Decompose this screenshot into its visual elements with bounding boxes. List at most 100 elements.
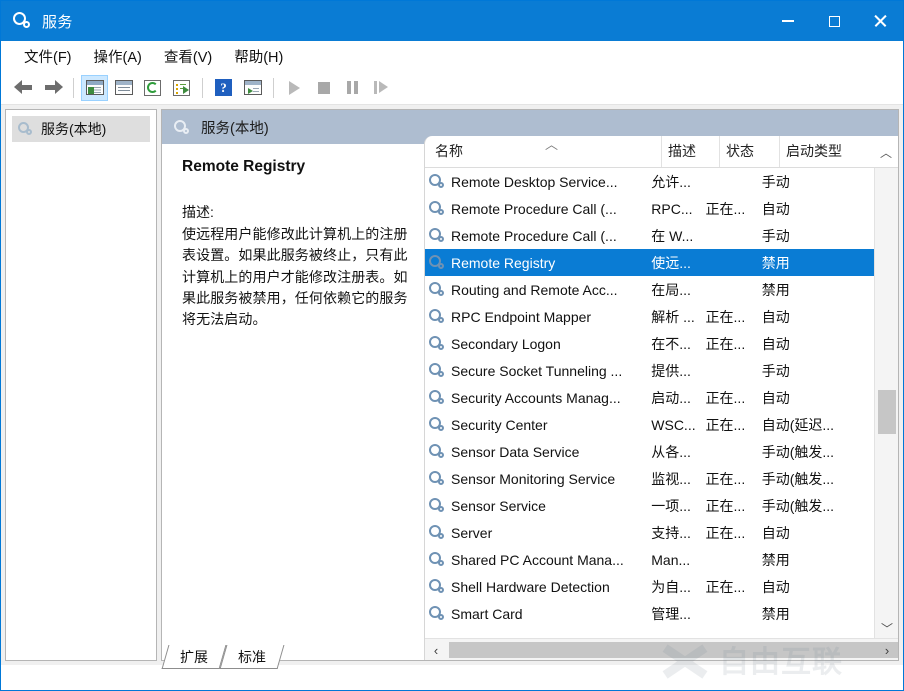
menu-view[interactable]: 查看(V)	[153, 43, 223, 70]
refresh-icon	[144, 80, 161, 96]
row-description: 管理...	[651, 604, 705, 624]
show-hide-tree-button[interactable]	[81, 75, 108, 101]
services-gear-icon	[429, 578, 447, 595]
row-status: 正在...	[706, 388, 762, 408]
stop-icon	[318, 82, 330, 94]
view-tabs: 扩展 标准	[161, 645, 901, 671]
row-startup-type: 自动	[762, 388, 874, 408]
table-row[interactable]: Sensor Service一项...正在...手动(触发...	[425, 492, 874, 519]
stop-service-button[interactable]	[310, 75, 337, 101]
row-name: Sensor Service	[451, 498, 651, 514]
table-row[interactable]: Routing and Remote Acc...在局...禁用	[425, 276, 874, 303]
toolbar-separator	[202, 78, 203, 98]
services-gear-icon	[429, 200, 447, 217]
table-row[interactable]: Security Accounts Manag...启动...正在...自动	[425, 384, 874, 411]
menu-file[interactable]: 文件(F)	[13, 43, 83, 70]
row-name: Security Accounts Manag...	[451, 390, 651, 406]
services-gear-icon	[429, 443, 447, 460]
services-rows: Remote Desktop Service...允许...手动Remote P…	[425, 168, 874, 638]
table-row[interactable]: Remote Registry使远...禁用	[425, 249, 874, 276]
description-label: 描述:	[182, 202, 414, 222]
column-header-name[interactable]: 名称 ︿	[429, 136, 661, 167]
row-description: 解析 ...	[651, 307, 705, 327]
pause-service-button[interactable]	[339, 75, 366, 101]
maximize-button[interactable]	[811, 1, 857, 41]
row-startup-type: 自动	[762, 307, 874, 327]
row-description: 允许...	[651, 172, 705, 192]
show-action-pane-button[interactable]	[239, 75, 266, 101]
row-description: 为自...	[651, 577, 705, 597]
services-gear-icon	[18, 121, 34, 137]
minimize-button[interactable]	[765, 1, 811, 41]
description-text: 使远程用户能修改此计算机上的注册表设置。如果此服务被终止，只有此计算机上的用户才…	[182, 224, 414, 330]
close-button[interactable]	[857, 1, 903, 41]
list-column-headers: 名称 ︿ 描述 状态 启动类型 ︿	[425, 136, 898, 168]
row-status: 正在...	[706, 415, 762, 435]
table-row[interactable]: Smart Card管理...禁用	[425, 600, 874, 627]
services-gear-icon	[429, 389, 447, 406]
menu-help[interactable]: 帮助(H)	[223, 43, 294, 70]
table-row[interactable]: Sensor Data Service从各...手动(触发...	[425, 438, 874, 465]
row-startup-type: 手动	[762, 226, 874, 246]
help-button[interactable]: ?	[210, 75, 237, 101]
table-row[interactable]: Server支持...正在...自动	[425, 519, 874, 546]
back-arrow-icon	[14, 80, 34, 95]
sort-ascending-icon: ︿	[545, 138, 558, 151]
row-startup-type: 手动(触发...	[762, 469, 874, 489]
column-header-status[interactable]: 状态	[719, 136, 779, 167]
row-description: 启动...	[651, 388, 705, 408]
forward-button[interactable]	[39, 75, 66, 101]
properties-icon	[115, 80, 133, 95]
refresh-button[interactable]	[139, 75, 166, 101]
window-controls	[765, 1, 903, 41]
table-row[interactable]: Remote Desktop Service...允许...手动	[425, 168, 874, 195]
back-button[interactable]	[10, 75, 37, 101]
table-row[interactable]: RPC Endpoint Mapper解析 ...正在...自动	[425, 303, 874, 330]
properties-button[interactable]	[110, 75, 137, 101]
table-row[interactable]: Secure Socket Tunneling ...提供... 手动	[425, 357, 874, 384]
results-panel: 服务(本地) Remote Registry 描述: 使远程用户能修改此计算机上…	[161, 109, 899, 661]
row-description: 提供...	[651, 361, 705, 381]
tab-standard[interactable]: 标准	[220, 645, 285, 669]
table-row[interactable]: Shared PC Account Mana...Man...禁用	[425, 546, 874, 573]
tab-extended[interactable]: 扩展	[162, 645, 227, 669]
table-row[interactable]: Sensor Monitoring Service监视...正在...手动(触发…	[425, 465, 874, 492]
restart-service-button[interactable]	[368, 75, 395, 101]
toolbar: ?	[1, 71, 903, 105]
sidebar-item-label: 服务(本地)	[41, 119, 106, 139]
console-tree-panel: 服务(本地)	[5, 109, 157, 661]
row-startup-type: 禁用	[762, 253, 874, 273]
table-row[interactable]: Remote Procedure Call (...RPC...正在...自动	[425, 195, 874, 222]
table-row[interactable]: Shell Hardware Detection为自...正在...自动	[425, 573, 874, 600]
action-pane-icon	[244, 80, 262, 95]
column-header-description[interactable]: 描述	[661, 136, 719, 167]
row-name: Sensor Data Service	[451, 444, 651, 460]
menu-action[interactable]: 操作(A)	[83, 43, 153, 70]
table-row[interactable]: Security CenterWSC...正在...自动(延迟...	[425, 411, 874, 438]
row-name: Remote Procedure Call (...	[451, 228, 651, 244]
sidebar-item-services-local[interactable]: 服务(本地)	[12, 116, 150, 142]
scroll-up-button[interactable]: ︿	[874, 136, 898, 168]
start-service-button[interactable]	[281, 75, 308, 101]
row-name: Remote Procedure Call (...	[451, 201, 651, 217]
vertical-scrollbar-thumb[interactable]	[878, 390, 896, 434]
services-window: 服务 文件(F) 操作(A) 查看(V) 帮助(H)	[0, 0, 904, 691]
help-icon: ?	[215, 79, 232, 96]
row-description: Man...	[651, 552, 705, 568]
row-startup-type: 自动	[762, 199, 874, 219]
scroll-down-button[interactable]: ﹀	[875, 618, 898, 638]
row-status: 正在...	[706, 199, 762, 219]
row-name: Security Center	[451, 417, 651, 433]
row-startup-type: 手动	[762, 361, 874, 381]
row-name: Server	[451, 525, 651, 541]
page-title: Remote Registry	[182, 158, 414, 176]
row-startup-type: 自动	[762, 334, 874, 354]
export-list-button[interactable]	[168, 75, 195, 101]
pause-icon	[347, 81, 358, 94]
table-row[interactable]: Remote Procedure Call (...在 W...手动	[425, 222, 874, 249]
row-description: RPC...	[651, 201, 705, 217]
row-name: Secure Socket Tunneling ...	[451, 363, 651, 379]
vertical-scrollbar[interactable]: ﹀	[874, 168, 898, 638]
row-name: Shell Hardware Detection	[451, 579, 651, 595]
table-row[interactable]: Secondary Logon在不...正在...自动	[425, 330, 874, 357]
